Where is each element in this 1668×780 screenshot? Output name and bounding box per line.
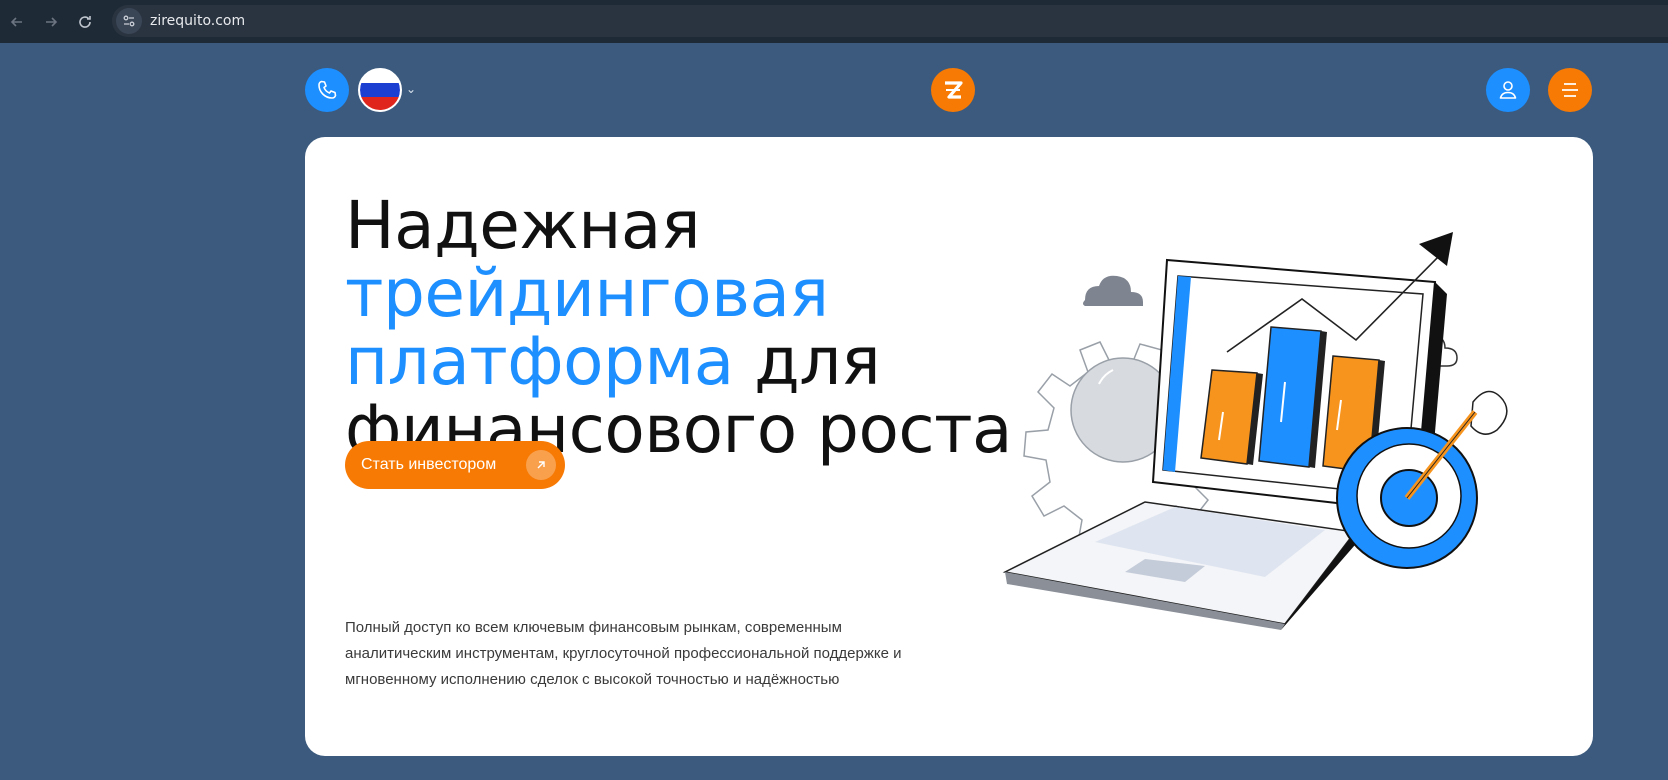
browser-toolbar: zirequito.com (0, 0, 1668, 43)
hero-description: Полный доступ ко всем ключевым финансовы… (345, 619, 902, 688)
phone-icon (318, 80, 337, 99)
chevron-down-icon[interactable]: ⌄ (406, 82, 416, 96)
site-settings-icon[interactable] (116, 8, 142, 34)
become-investor-button[interactable]: Стать инвестором (345, 441, 565, 489)
url-text: zirequito.com (150, 13, 246, 29)
language-selector[interactable] (358, 68, 402, 112)
arrow-up-right-icon (526, 450, 556, 480)
site-logo[interactable] (931, 68, 975, 112)
menu-icon (1562, 83, 1578, 97)
logo-icon (945, 81, 963, 99)
user-icon (1499, 81, 1517, 99)
reload-icon[interactable] (68, 5, 102, 39)
hero-card: Надежная трейдинговая платформа для фина… (305, 137, 1593, 756)
russia-flag-icon (360, 70, 400, 110)
cloud-icon (1083, 275, 1143, 306)
laptop-growth-illustration (1002, 232, 1508, 630)
forward-icon[interactable] (34, 5, 68, 39)
back-icon[interactable] (0, 5, 34, 39)
account-button[interactable] (1486, 68, 1530, 112)
menu-button[interactable] (1548, 68, 1592, 112)
cta-label: Стать инвестором (361, 456, 497, 473)
address-bar[interactable]: zirequito.com (112, 5, 1668, 37)
phone-button[interactable] (305, 68, 349, 112)
